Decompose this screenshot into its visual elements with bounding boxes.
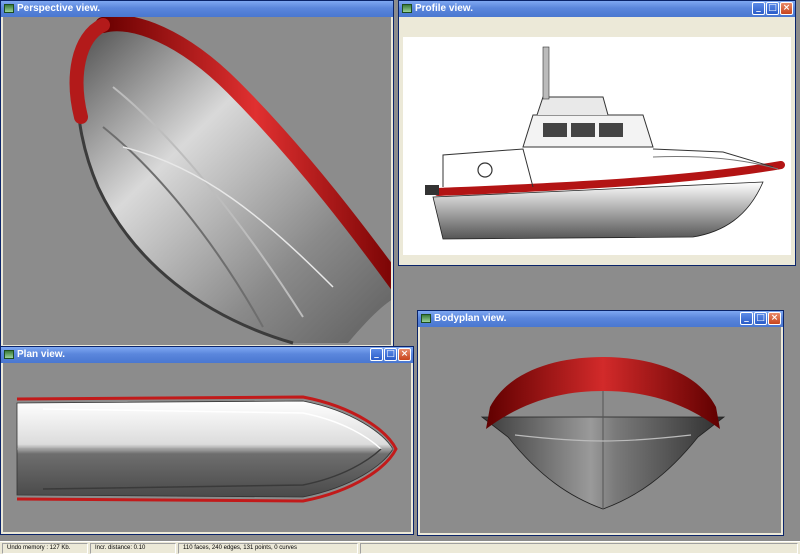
- perspective-title: Perspective view.: [17, 3, 101, 14]
- perspective-window[interactable]: Perspective view.: [0, 0, 394, 348]
- close-button[interactable]: ×: [768, 312, 781, 325]
- plan-title: Plan view.: [17, 349, 65, 360]
- status-bar: Undo memory : 127 Kb. Incr. distance: 0.…: [0, 541, 800, 554]
- app-icon: [4, 4, 14, 13]
- status-undo-memory: Undo memory : 127 Kb.: [2, 543, 88, 554]
- plan-viewport[interactable]: [3, 363, 411, 532]
- profile-title: Profile view.: [415, 3, 473, 14]
- perspective-titlebar[interactable]: Perspective view.: [1, 1, 393, 17]
- bodyplan-titlebar[interactable]: Bodyplan view. _ □ ×: [418, 311, 783, 327]
- plan-hull-render: [16, 395, 398, 503]
- bodyplan-hull-render: [480, 357, 726, 510]
- close-button[interactable]: ×: [398, 348, 411, 361]
- app-icon: [402, 4, 412, 13]
- profile-boat-drawing: [425, 46, 785, 240]
- profile-titlebar[interactable]: Profile view. _ □ ×: [399, 1, 795, 17]
- maximize-button[interactable]: □: [766, 2, 779, 15]
- bodyplan-viewport[interactable]: [420, 327, 781, 533]
- perspective-hull-render: [69, 17, 391, 345]
- profile-canvas: [403, 37, 791, 255]
- status-incr-distance: Incr. distance: 0.10: [90, 543, 176, 554]
- minimize-button[interactable]: _: [752, 2, 765, 15]
- profile-viewport[interactable]: [401, 17, 793, 263]
- close-button[interactable]: ×: [780, 2, 793, 15]
- maximize-button[interactable]: □: [754, 312, 767, 325]
- maximize-button[interactable]: □: [384, 348, 397, 361]
- perspective-viewport[interactable]: [3, 17, 391, 345]
- minimize-button[interactable]: _: [370, 348, 383, 361]
- status-model-stats: 110 faces, 240 edges, 131 points, 0 curv…: [178, 543, 358, 554]
- status-empty-panel: [360, 543, 798, 554]
- app-icon: [421, 314, 431, 323]
- bodyplan-window[interactable]: Bodyplan view. _ □ ×: [417, 310, 784, 536]
- plan-window[interactable]: Plan view. _ □ ×: [0, 346, 414, 535]
- minimize-button[interactable]: _: [740, 312, 753, 325]
- bodyplan-title: Bodyplan view.: [434, 313, 507, 324]
- plan-titlebar[interactable]: Plan view. _ □ ×: [1, 347, 413, 363]
- app-icon: [4, 350, 14, 359]
- profile-window[interactable]: Profile view. _ □ ×: [398, 0, 796, 266]
